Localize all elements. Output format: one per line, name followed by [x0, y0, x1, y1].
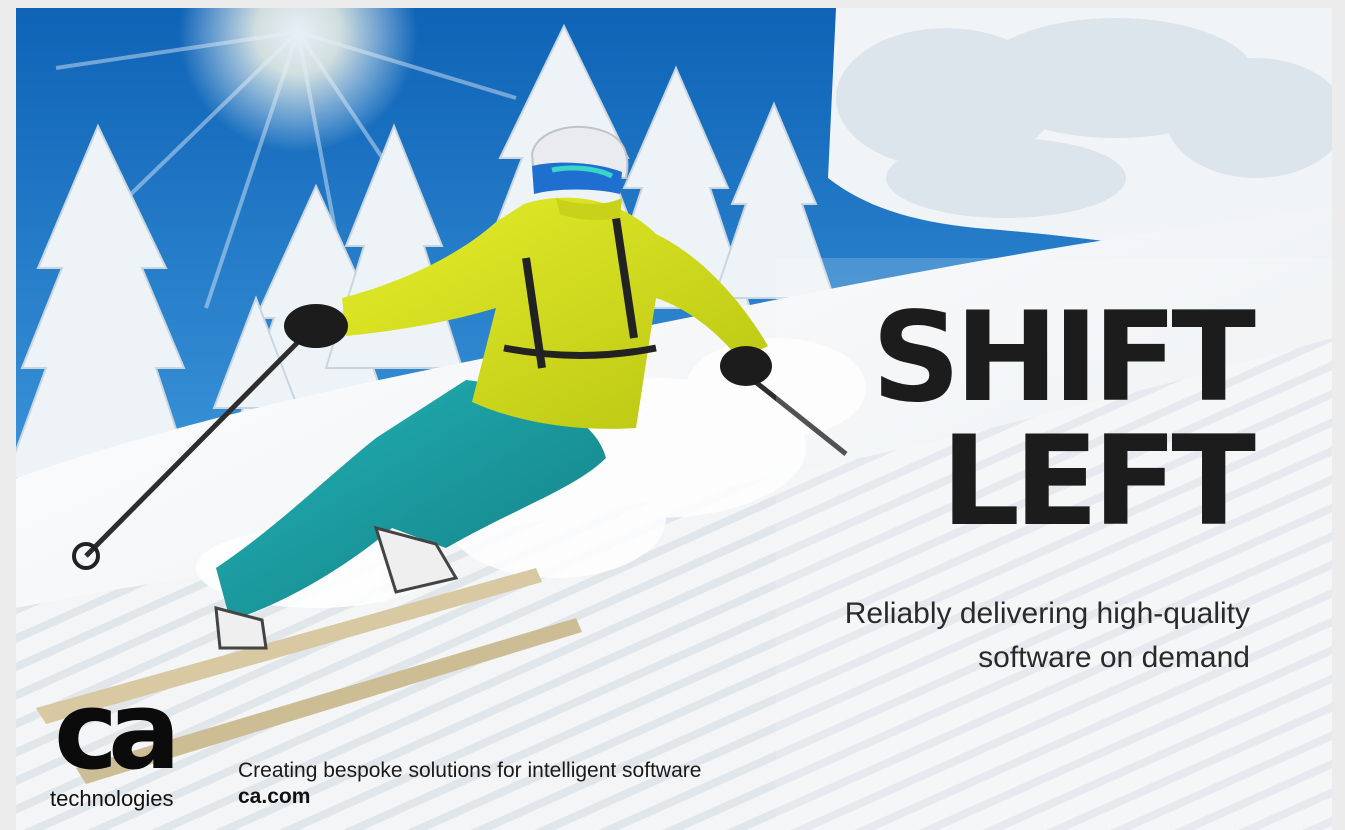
footer-text: Creating bespoke solutions for intellige… [238, 759, 702, 782]
logo-wordmark: technologies [50, 786, 174, 811]
website-link[interactable]: ca.com [238, 784, 701, 810]
footer: Creating bespoke solutions for intellige… [238, 758, 701, 810]
logo-mark: ca [54, 669, 181, 794]
advertisement-banner[interactable]: SHIFT LEFT Reliably delivering high-qual… [16, 8, 1332, 830]
page: SHIFT LEFT Reliably delivering high-qual… [0, 0, 1345, 830]
tagline: Reliably delivering high-quality softwar… [690, 592, 1250, 680]
tagline-line-1: Reliably delivering high-quality [844, 597, 1250, 630]
headline-line-1: SHIFT [871, 286, 1256, 430]
ca-technologies-logo[interactable]: ca technologies [50, 678, 200, 822]
headline: SHIFT LEFT [871, 286, 1256, 554]
headline-line-2: LEFT [940, 410, 1256, 554]
tagline-line-2: software on demand [978, 641, 1250, 674]
